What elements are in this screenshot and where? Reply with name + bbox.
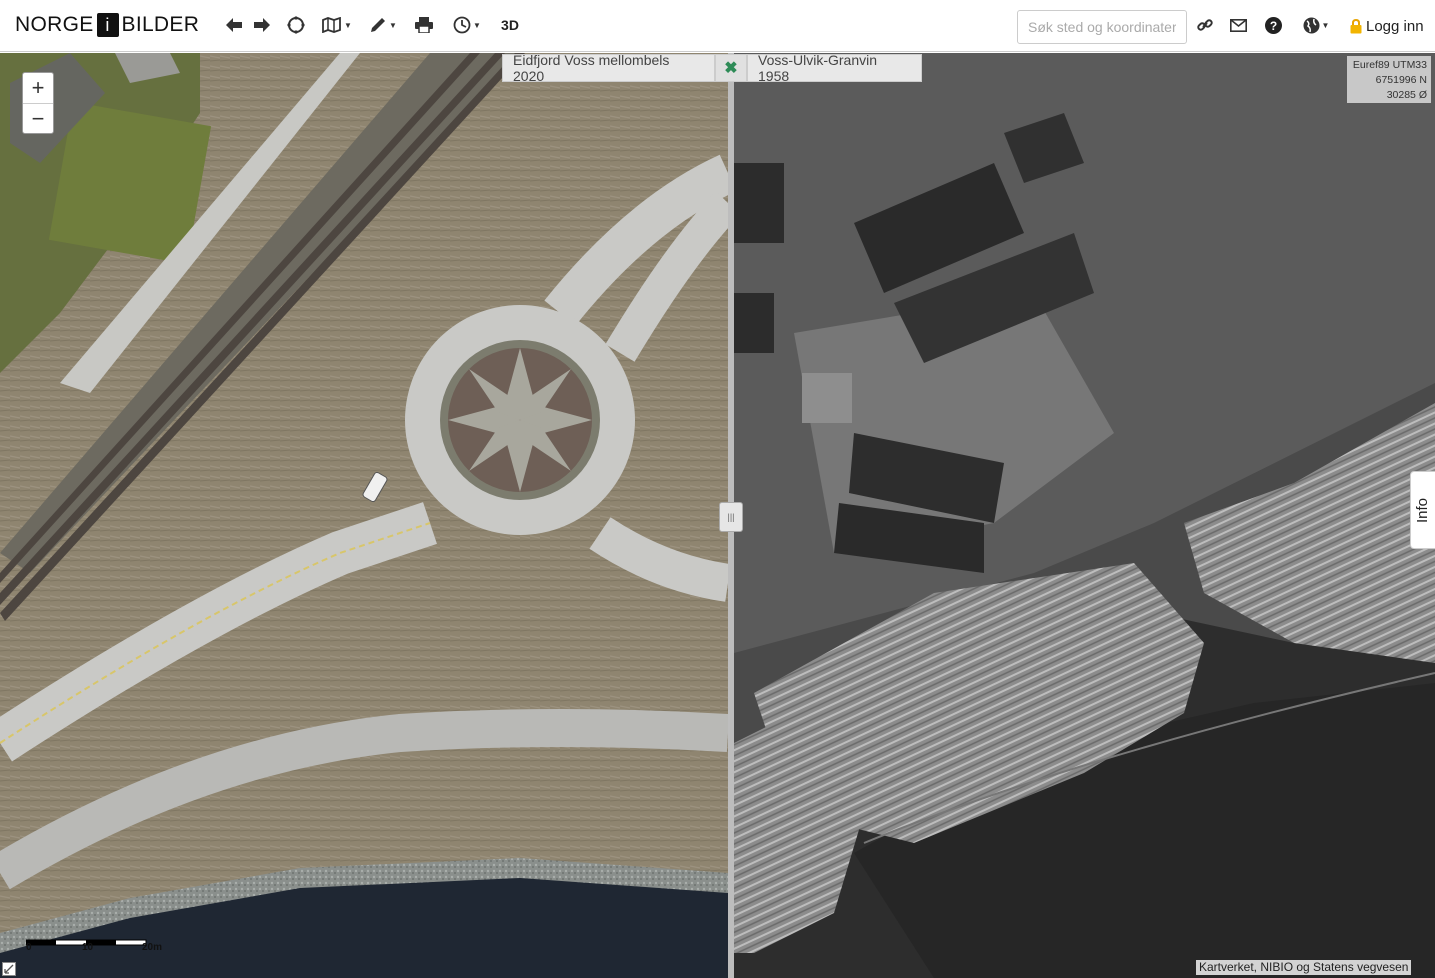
scale-label-20: 20m: [142, 942, 163, 953]
search-input[interactable]: [1017, 10, 1187, 44]
language-button[interactable]: ▼: [1299, 13, 1333, 37]
split-drag-handle[interactable]: |||: [719, 502, 743, 532]
link-button[interactable]: [1195, 13, 1215, 37]
fullscreen-corner-icon[interactable]: [2, 962, 16, 976]
link-icon: [1197, 19, 1213, 31]
back-button[interactable]: [224, 13, 244, 37]
swap-layers-button[interactable]: ✖: [715, 54, 747, 82]
scale-label-10: 10: [82, 942, 94, 953]
zoom-control: + −: [22, 72, 54, 134]
chevron-down-icon: ▼: [389, 20, 397, 30]
history-button[interactable]: ▼: [450, 13, 484, 37]
forward-button[interactable]: [252, 13, 272, 37]
mail-button[interactable]: [1228, 13, 1248, 37]
map-pane-right[interactable]: [734, 53, 1435, 978]
coordinate-east: 30285 Ø: [1386, 89, 1427, 101]
clock-icon: [453, 16, 471, 34]
login-label: Logg inn: [1366, 17, 1424, 35]
logo-i-box: i: [96, 13, 119, 37]
print-button[interactable]: [414, 13, 434, 37]
layer-tab-right[interactable]: Voss-Ulvik-Granvin 1958: [747, 52, 922, 84]
zoom-in-button[interactable]: +: [23, 73, 53, 103]
zoom-out-button[interactable]: −: [23, 103, 53, 133]
map-layers-button[interactable]: ▼: [322, 13, 352, 37]
brand-logo[interactable]: NORGE i BILDER: [15, 12, 199, 38]
map-layers-icon: [322, 17, 341, 33]
draw-button[interactable]: ▼: [368, 13, 398, 37]
chevron-down-icon: ▼: [1321, 20, 1330, 30]
circle-select-icon: [287, 16, 305, 34]
login-button[interactable]: Logg inn: [1350, 15, 1424, 37]
arrow-left-icon: [226, 18, 242, 32]
map-attribution: Kartverket, NIBIO og Statens vegvesen: [1196, 960, 1412, 975]
coordinate-north: 6751996 N: [1375, 74, 1427, 86]
coordinate-readout: Euref89 UTM33 6751996 N 30285 Ø: [1347, 56, 1431, 103]
chevron-down-icon: ▼: [344, 20, 352, 30]
info-panel-tab[interactable]: Info: [1410, 471, 1435, 549]
print-icon: [415, 17, 433, 33]
map-pane-left[interactable]: [0, 53, 728, 978]
arrow-right-icon: [254, 18, 270, 32]
top-toolbar: NORGE i BILDER ▼ ▼ ▼ 3D ? ▼ Logg: [0, 0, 1435, 52]
logo-text-bilder: BILDER: [121, 13, 200, 36]
scale-label-0: 0: [26, 942, 32, 953]
chevron-down-icon: ▼: [473, 20, 481, 30]
envelope-icon: [1229, 18, 1247, 32]
lock-icon: [1350, 18, 1362, 33]
pencil-icon: [371, 18, 386, 32]
scale-bar: 0 10 20m: [25, 934, 176, 956]
question-icon: ?: [1264, 16, 1282, 34]
aerial-image-2020: [0, 53, 728, 978]
3d-button[interactable]: 3D: [498, 13, 522, 37]
svg-text:?: ?: [1269, 19, 1276, 33]
layer-tab-left[interactable]: Eidfjord Voss mellombels 2020: [502, 52, 715, 84]
globe-icon: [1303, 17, 1320, 33]
logo-text-norge: NORGE: [15, 13, 94, 36]
coordinate-system: Euref89 UTM33: [1352, 59, 1427, 71]
circle-select-button[interactable]: [286, 13, 306, 37]
aerial-image-1958: [734, 53, 1435, 978]
info-label: Info: [1414, 497, 1432, 523]
help-button[interactable]: ?: [1263, 13, 1283, 37]
